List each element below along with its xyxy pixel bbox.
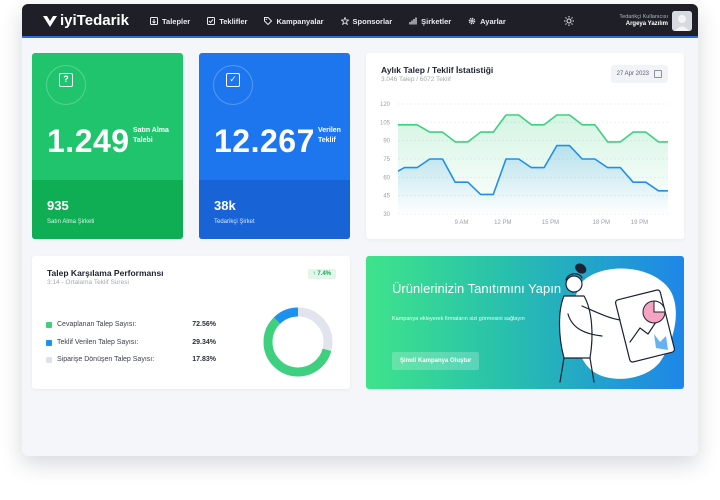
legend-swatch (46, 339, 52, 346)
brand-logo[interactable]: iyiTedarik (42, 12, 129, 29)
nav-label: Sponsorlar (352, 16, 393, 26)
nav-item-talepler[interactable]: Talepler (150, 17, 190, 26)
y-tick-label: 75 (383, 157, 390, 163)
brand-name: iyiTedarik (60, 12, 129, 29)
legend-value: 72.56% (192, 321, 216, 328)
x-tick-label: 12 PM (494, 220, 511, 226)
gear-icon (468, 17, 476, 25)
y-tick-label: 120 (380, 102, 391, 108)
legend-swatch (46, 356, 52, 363)
performance-donut-chart (263, 307, 333, 377)
performance-subtitle: 3:14 - Ortalama Teklif Süresi (47, 279, 129, 286)
user-name: Argeya Yazılım (625, 21, 668, 27)
x-tick-label: 15 PM (542, 220, 559, 226)
request-icon (150, 17, 158, 25)
legend-label: Teklif Verilen Talep Sayısı: (57, 339, 139, 346)
nav-item-teklifler[interactable]: Teklifler (207, 17, 247, 26)
nav-item-sirketler[interactable]: Şirketler (409, 17, 451, 26)
question-icon: ? (59, 73, 73, 87)
legend-item-offered: Teklif Verilen Talep Sayısı: 29.34% (46, 339, 216, 346)
x-tick-label: 9 AM (455, 220, 469, 226)
performance-title: Talep Karşılama Performansı (47, 268, 164, 278)
nav-label: Şirketler (421, 16, 452, 26)
legend-label: Siparişe Dönüşen Talep Sayısı: (57, 356, 155, 363)
tag-icon (264, 17, 273, 25)
nav-item-ayarlar[interactable]: Ayarlar (468, 17, 506, 26)
y-tick-label: 105 (380, 120, 391, 126)
nav-label: Kampanyalar (276, 16, 324, 26)
y-tick-label: 60 (383, 175, 390, 181)
nav-label: Teklifler (219, 16, 248, 26)
stat-card-demand: ? 1.249 Satın Alma Talebi 935 Satın Alma… (32, 53, 183, 239)
checkbox-icon (207, 17, 216, 25)
legend-value: 29.34% (192, 339, 216, 346)
user-info[interactable]: Tedarikçi Kullanıcısı Argeya Yazılım (619, 14, 668, 27)
promo-title: Ürünlerinizin Tanıtımını Yapın (392, 281, 562, 296)
buyer-company-count: 935 (47, 198, 69, 213)
y-tick-label: 45 (383, 194, 390, 200)
check-square-icon: ✓ (226, 73, 240, 87)
stat-card-offer: ✓ 12.267 Verilen Teklif 38k Tedarikçi Şi… (199, 53, 350, 239)
campaign-promo-banner: Ürünlerinizin Tanıtımını Yapın Kampanya … (366, 256, 684, 389)
star-icon (340, 17, 349, 25)
top-navbar: iyiTedarik Talepler Teklifler Kampanyala… (22, 4, 698, 38)
line-chart: 30 45 60 75 90 105 120 9 AM 12 PM 15 PM 18 PM 19 PM (380, 102, 668, 226)
monthly-stats-card: Aylık Talep / Teklif İstatistiği 3.046 T… (366, 53, 684, 239)
nav-label: Ayarlar (480, 16, 506, 26)
logo-mark-icon (43, 15, 57, 27)
trend-badge: ↑ 7.4% (307, 269, 336, 279)
avatar-icon (672, 11, 692, 31)
presentation-illustration (558, 263, 676, 383)
create-campaign-button[interactable]: Şimdi Kampanya Oluştur (392, 352, 480, 370)
stat-card-footer: 935 Satın Alma Şirketi (32, 180, 183, 239)
offer-label: Verilen Teklif (318, 127, 341, 144)
avatar[interactable] (672, 11, 692, 31)
demand-count: 1.249 (47, 123, 130, 159)
legend-label: Cevaplanan Talep Sayısı: (57, 321, 137, 328)
sun-icon[interactable] (564, 16, 574, 26)
x-tick-label: 19 PM (631, 220, 648, 226)
supplier-company-label: Tedarikçi Şirket (214, 219, 255, 225)
supplier-company-count: 38k (214, 198, 236, 213)
stat-card-footer: 38k Tedarikçi Şirket (199, 180, 350, 239)
app-window: iyiTedarik Talepler Teklifler Kampanyala… (22, 4, 698, 456)
legend-value: 17.83% (192, 356, 216, 363)
bar-chart-icon (409, 17, 417, 25)
x-tick-label: 18 PM (593, 220, 610, 226)
nav-label: Talepler (162, 16, 191, 26)
nav-item-sponsorlar[interactable]: Sponsorlar (340, 16, 393, 26)
legend-item-ordered: Siparişe Dönüşen Talep Sayısı: 17.83% (46, 356, 216, 363)
performance-card: Talep Karşılama Performansı 3:14 - Ortal… (32, 256, 350, 389)
nav-item-kampanyalar[interactable]: Kampanyalar (264, 16, 324, 26)
legend-swatch (46, 321, 52, 328)
legend-item-answered: Cevaplanan Talep Sayısı: 72.56% (46, 321, 216, 328)
y-tick-label: 30 (383, 212, 390, 218)
buyer-company-label: Satın Alma Şirketi (47, 219, 95, 225)
y-tick-label: 90 (383, 139, 390, 145)
offer-count: 12.267 (214, 123, 315, 159)
user-role: Tedarikçi Kullanıcısı (619, 14, 668, 20)
demand-label: Satın Alma Talebi (133, 127, 169, 144)
main-menu: Talepler Teklifler Kampanyalar Sponsorla… (150, 4, 523, 38)
